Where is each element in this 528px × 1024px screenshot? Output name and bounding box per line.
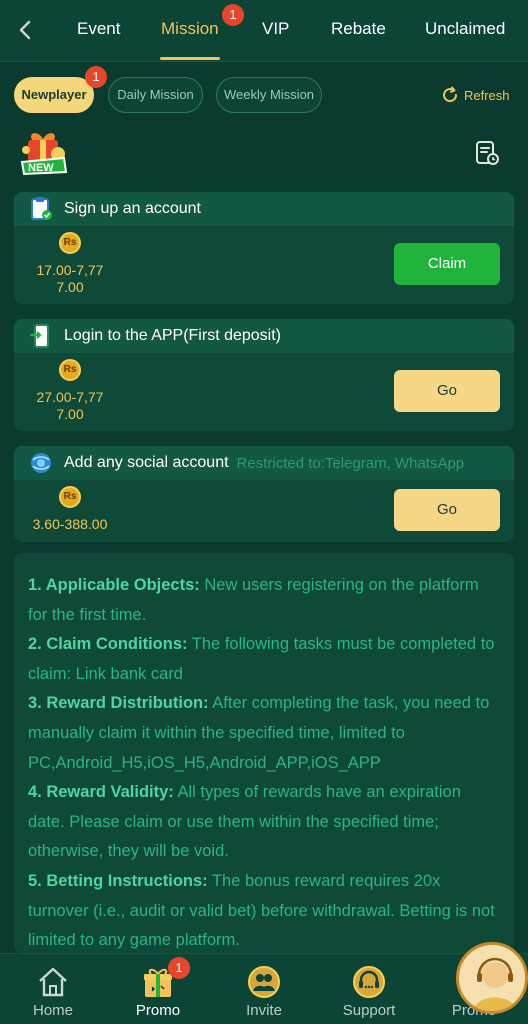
subtab-weekly-mission[interactable]: Weekly Mission bbox=[216, 77, 322, 113]
tab-mission[interactable]: Mission bbox=[161, 19, 219, 39]
social-globe-icon bbox=[31, 453, 51, 473]
rule-item: 4. Reward Validity: All types of rewards… bbox=[28, 778, 502, 867]
back-icon[interactable] bbox=[12, 16, 40, 44]
reward-amount: 3.60-388.00 bbox=[26, 516, 114, 533]
refresh-icon bbox=[443, 86, 458, 103]
bottom-nav-label: Support bbox=[342, 1002, 396, 1019]
new-gift-text: NEW bbox=[28, 162, 54, 174]
subtab-newplayer[interactable]: Newplayer bbox=[14, 77, 94, 113]
bottom-nav-label: Promo bbox=[135, 1002, 181, 1019]
mission-tab-badge: 1 bbox=[222, 4, 244, 26]
bottom-nav-home[interactable]: Home bbox=[3, 954, 103, 1024]
tab-vip[interactable]: VIP bbox=[262, 19, 289, 39]
support-icon bbox=[353, 966, 385, 998]
mission-card-header: Add any social account Restricted to:Tel… bbox=[14, 446, 514, 480]
rule-item: 5. Betting Instructions: The bonus rewar… bbox=[28, 867, 502, 953]
go-button[interactable]: Go bbox=[394, 370, 500, 412]
bottom-nav: Home Promo 1 Invite Support Promo bbox=[0, 953, 528, 1024]
reward-amount-line2: 7.00 bbox=[56, 279, 84, 295]
bottom-nav-support[interactable]: Support bbox=[319, 954, 419, 1024]
rupee-coin-icon: Rs bbox=[59, 232, 81, 254]
rule-label: 2. Claim Conditions: bbox=[28, 635, 188, 654]
rule-label: 5. Betting Instructions: bbox=[28, 871, 208, 890]
claim-button[interactable]: Claim bbox=[394, 243, 500, 285]
reward-amount-line1: 17.00-7,77 bbox=[36, 262, 104, 278]
tab-rebate[interactable]: Rebate bbox=[331, 19, 386, 39]
mission-card-social: Add any social account Restricted to:Tel… bbox=[14, 446, 514, 542]
rupee-coin-icon: Rs bbox=[59, 486, 81, 508]
mission-title: Login to the APP(First deposit) bbox=[64, 327, 281, 344]
clipboard-icon bbox=[31, 197, 52, 220]
tab-unclaimed[interactable]: Unclaimed bbox=[425, 19, 505, 39]
rule-item: 2. Claim Conditions: The following tasks… bbox=[28, 630, 502, 689]
mission-card-login-app: Login to the APP(First deposit) Rs 27.00… bbox=[14, 319, 514, 431]
phone-download-icon bbox=[30, 324, 49, 348]
promo-badge: 1 bbox=[168, 957, 190, 979]
rule-label: 3. Reward Distribution: bbox=[28, 694, 209, 713]
agent-avatar-icon[interactable] bbox=[456, 942, 528, 1014]
invite-icon bbox=[248, 966, 280, 998]
mission-title: Add any social account bbox=[64, 454, 229, 471]
mission-card-signup: Sign up an account Rs 17.00-7,77 7.00 Cl… bbox=[14, 192, 514, 304]
mission-restriction: Restricted to:Telegram, WhatsApp bbox=[236, 454, 465, 472]
new-gift-icon: NEW bbox=[18, 128, 74, 180]
newplayer-badge: 1 bbox=[85, 66, 107, 88]
go-button[interactable]: Go bbox=[394, 489, 500, 531]
reward-amount: 17.00-7,77 7.00 bbox=[30, 262, 110, 296]
rule-label: 1. Applicable Objects: bbox=[28, 576, 200, 594]
bottom-nav-invite[interactable]: Invite bbox=[214, 954, 314, 1024]
bottom-nav-promo[interactable]: Promo bbox=[108, 954, 208, 1024]
record-list-icon[interactable] bbox=[474, 140, 500, 166]
reward-amount-line1: 27.00-7,77 bbox=[36, 389, 104, 405]
subtab-daily-mission[interactable]: Daily Mission bbox=[108, 77, 203, 113]
reward-amount-line1: 3.60-388.00 bbox=[32, 516, 108, 532]
home-icon bbox=[39, 967, 67, 997]
mission-card-header: Login to the APP(First deposit) bbox=[14, 319, 514, 353]
rupee-coin-icon: Rs bbox=[59, 359, 81, 381]
refresh-button[interactable]: Refresh bbox=[440, 84, 510, 106]
top-nav: Event Mission 1 VIP Rebate Unclaimed bbox=[0, 0, 528, 62]
refresh-label: Refresh bbox=[464, 87, 510, 103]
mission-card-header: Sign up an account bbox=[14, 192, 514, 226]
rule-item: 1. Applicable Objects: New users registe… bbox=[28, 571, 502, 630]
rule-item: 3. Reward Distribution: After completing… bbox=[28, 689, 502, 778]
rules-panel: 1. Applicable Objects: New users registe… bbox=[14, 553, 514, 953]
active-tab-indicator bbox=[160, 57, 220, 60]
mission-title: Sign up an account bbox=[64, 200, 201, 217]
bottom-nav-label: Invite bbox=[246, 1002, 282, 1019]
rule-label: 4. Reward Validity: bbox=[28, 783, 174, 802]
tab-event[interactable]: Event bbox=[77, 19, 120, 39]
reward-amount-line2: 7.00 bbox=[56, 406, 84, 422]
bottom-nav-label: Home bbox=[32, 1002, 73, 1019]
reward-amount: 27.00-7,77 7.00 bbox=[30, 389, 110, 423]
